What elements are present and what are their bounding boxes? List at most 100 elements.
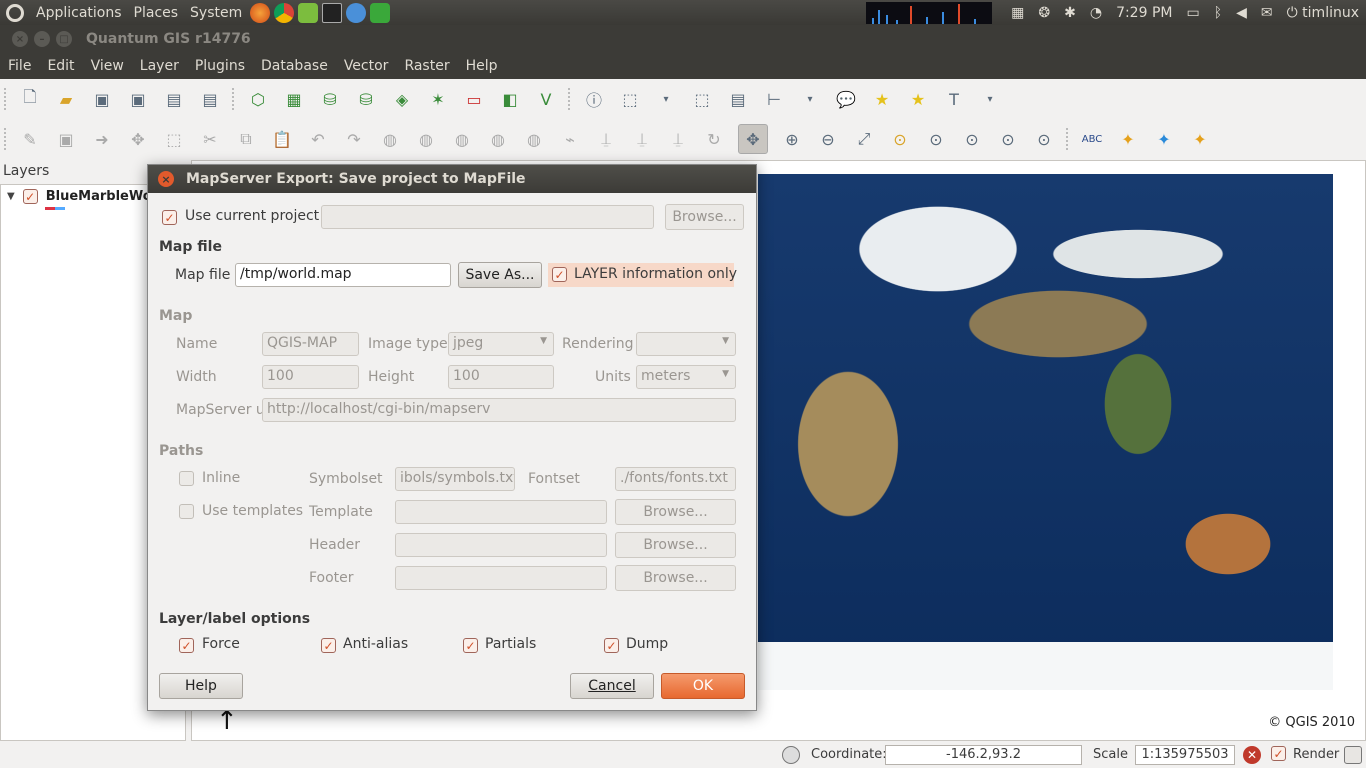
plugin-tool-3-icon[interactable]: ✦ [1188, 127, 1212, 151]
menu-plugins[interactable]: Plugins [187, 58, 253, 74]
add-wms-layer-icon[interactable]: ◈ [390, 87, 414, 111]
copy-features-icon[interactable]: ⧉ [234, 127, 258, 151]
refresh-icon[interactable]: ⊙ [1032, 127, 1056, 151]
text-annotation-icon[interactable]: T [942, 87, 966, 111]
stop-render-icon[interactable]: ✕ [1243, 746, 1261, 764]
qt-launcher-icon[interactable] [370, 2, 391, 23]
mail-icon[interactable]: ✉ [1261, 5, 1273, 21]
dialog-close-icon[interactable]: × [158, 171, 174, 187]
dump-checkbox[interactable]: ✓ [604, 638, 619, 653]
coordinate-field[interactable]: -146.2,93.2 [885, 745, 1082, 765]
toggle-editing-icon[interactable]: ✎ [18, 127, 42, 151]
update-notifier-icon[interactable]: ❂ [1038, 5, 1050, 21]
add-feature-icon[interactable]: ➜ [90, 127, 114, 151]
menu-database[interactable]: Database [253, 58, 336, 74]
partials-checkbox[interactable]: ✓ [463, 638, 478, 653]
add-part-icon[interactable]: ◍ [450, 127, 474, 151]
new-print-composer-icon[interactable]: ▤ [162, 87, 186, 111]
open-project-icon[interactable]: ▰ [54, 87, 78, 111]
map-file-input[interactable]: /tmp/world.map [235, 263, 451, 287]
new-project-icon[interactable]: 🗋 [18, 87, 42, 111]
add-raster-layer-icon[interactable]: ▦ [282, 87, 306, 111]
add-wfs-layer-icon[interactable]: ◧ [498, 87, 522, 111]
zoom-out-icon[interactable]: ⊖ [816, 127, 840, 151]
menu-layer[interactable]: Layer [132, 58, 187, 74]
force-checkbox[interactable]: ✓ [179, 638, 194, 653]
scale-field[interactable]: 1:135975503 [1135, 745, 1235, 765]
menu-file[interactable]: File [0, 58, 39, 74]
merge-attributes-icon[interactable]: ⍊ [666, 127, 690, 151]
annotation-dropdown-icon[interactable]: ▾ [978, 87, 1002, 111]
zoom-in-icon[interactable]: ⊕ [780, 127, 804, 151]
add-postgis-layer-icon[interactable]: ⛁ [318, 87, 342, 111]
menu-help[interactable]: Help [458, 58, 506, 74]
merge-features-icon[interactable]: ⍊ [630, 127, 654, 151]
remove-layer-icon[interactable]: ▭ [462, 87, 486, 111]
new-bookmark-icon[interactable]: ★ [870, 87, 894, 111]
clock[interactable]: 7:29 PM [1116, 5, 1172, 21]
menu-raster[interactable]: Raster [396, 58, 457, 74]
places-menu[interactable]: Places [128, 0, 185, 25]
zoom-full-icon[interactable]: ⤢ [852, 127, 876, 151]
measure-line-icon[interactable]: ⊢ [762, 87, 786, 111]
toolbar-grip[interactable] [1066, 128, 1070, 150]
new-shapefile-layer-icon[interactable]: ✶ [426, 87, 450, 111]
volume-icon[interactable]: ◀ [1236, 5, 1247, 21]
window-minimize-icon[interactable]: – [34, 31, 50, 47]
toolbar-grip[interactable] [232, 88, 236, 110]
om-launcher-icon[interactable] [346, 2, 367, 23]
select-dropdown-icon[interactable]: ▾ [654, 87, 678, 111]
qgis-launcher-icon[interactable] [298, 2, 319, 23]
simplify-feature-icon[interactable]: ◍ [378, 127, 402, 151]
delete-part-icon[interactable]: ◍ [522, 127, 546, 151]
save-as-button[interactable]: Save As... [458, 262, 542, 288]
system-monitor-graph[interactable] [866, 1, 993, 24]
render-checkbox[interactable]: ✓ [1271, 746, 1286, 761]
cut-features-icon[interactable]: ✂ [198, 127, 222, 151]
plugin-tool-1-icon[interactable]: ✦ [1116, 127, 1140, 151]
window-close-icon[interactable]: × [12, 31, 28, 47]
show-bookmarks-icon[interactable]: ★ [906, 87, 930, 111]
paste-features-icon[interactable]: 📋 [270, 127, 294, 151]
add-vector-layer-icon[interactable]: ⬡ [246, 87, 270, 111]
use-current-project-checkbox[interactable]: ✓ [162, 210, 177, 225]
add-spatialite-layer-icon[interactable]: ⛁ [354, 87, 378, 111]
zoom-to-layer-icon[interactable]: ⊙ [924, 127, 948, 151]
display-icon[interactable]: ▭ [1186, 5, 1199, 21]
toolbar-grip[interactable] [4, 128, 8, 150]
rotate-point-symbols-icon[interactable]: ↻ [702, 127, 726, 151]
toolbar-grip[interactable] [568, 88, 572, 110]
network-icon[interactable]: ✱ [1064, 5, 1076, 21]
terminal-launcher-icon[interactable] [322, 2, 343, 23]
undo-icon[interactable]: ↶ [306, 127, 330, 151]
save-edits-icon[interactable]: ▣ [54, 127, 78, 151]
menu-view[interactable]: View [83, 58, 132, 74]
identify-features-icon[interactable]: ⓘ [582, 87, 606, 111]
coordinate-toggle-icon[interactable] [782, 746, 800, 764]
system-menu[interactable]: System [184, 0, 248, 25]
firefox-launcher-icon[interactable] [250, 2, 271, 23]
chrome-launcher-icon[interactable] [274, 2, 295, 23]
redo-icon[interactable]: ↷ [342, 127, 366, 151]
crs-status-icon[interactable] [1344, 746, 1362, 764]
save-project-icon[interactable]: ▣ [90, 87, 114, 111]
menu-vector[interactable]: Vector [336, 58, 397, 74]
deselect-features-icon[interactable]: ⬚ [690, 87, 714, 111]
ok-button[interactable]: OK [661, 673, 745, 699]
save-project-as-icon[interactable]: ▣ [126, 87, 150, 111]
wifi-icon[interactable]: ◔ [1090, 5, 1102, 21]
help-button[interactable]: Help [159, 673, 243, 699]
plugin-tool-2-icon[interactable]: ✦ [1152, 127, 1176, 151]
label-tool-icon[interactable]: ABC [1080, 127, 1104, 151]
workspace-switcher-icon[interactable]: ▦ [1011, 5, 1024, 21]
applications-menu[interactable]: Applications [30, 0, 128, 25]
antialias-checkbox[interactable]: ✓ [321, 638, 336, 653]
pan-map-icon[interactable]: ✥ [738, 124, 768, 154]
layer-visibility-checkbox[interactable]: ✓ [22, 189, 38, 204]
select-features-icon[interactable]: ⬚ [618, 87, 642, 111]
zoom-next-icon[interactable]: ⊙ [996, 127, 1020, 151]
toolbar-grip[interactable] [4, 88, 8, 110]
window-maximize-icon[interactable]: □ [56, 31, 72, 47]
add-ring-icon[interactable]: ◍ [414, 127, 438, 151]
cancel-button[interactable]: Cancel [570, 673, 654, 699]
